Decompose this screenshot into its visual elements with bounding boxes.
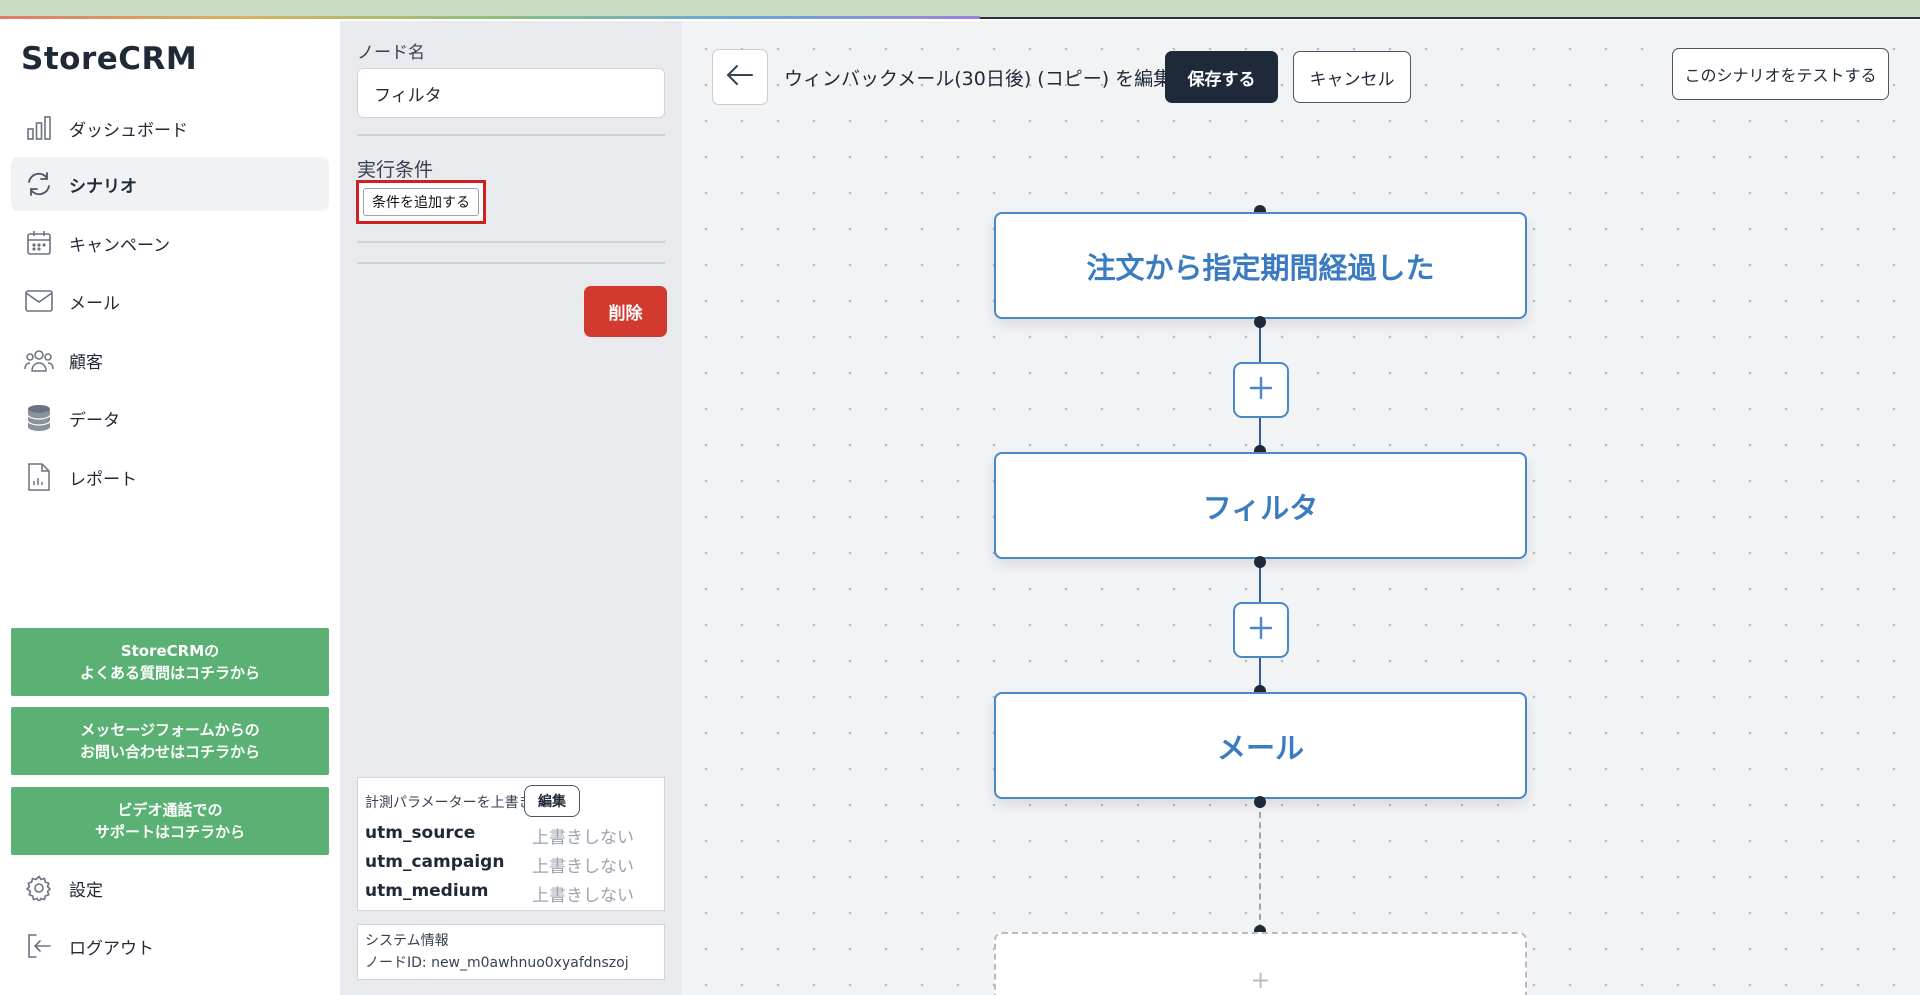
back-button[interactable] xyxy=(712,49,768,105)
flow-node-trigger[interactable]: 注文から指定期間経過した xyxy=(994,212,1527,319)
mail-icon xyxy=(23,285,55,317)
sidebar-item-campaign[interactable]: キャンペーン xyxy=(11,216,329,270)
sidebar-item-label: キャンペーン xyxy=(69,235,171,256)
sidebar-item-settings[interactable]: 設定 xyxy=(11,861,329,915)
faq-button-line1: StoreCRMの xyxy=(120,642,220,660)
sidebar-item-label: レポート xyxy=(69,469,137,490)
calendar-icon xyxy=(23,227,55,259)
app-logo[interactable]: StoreCRM xyxy=(21,41,197,77)
sidebar-item-label: 顧客 xyxy=(69,352,103,373)
sidebar-item-label: メール xyxy=(69,293,120,314)
arrow-left-icon xyxy=(726,64,754,90)
divider xyxy=(357,134,665,136)
cancel-button[interactable]: キャンセル xyxy=(1293,51,1411,103)
database-icon xyxy=(23,402,55,434)
sidebar-item-scenario[interactable]: シナリオ xyxy=(11,157,329,211)
faq-button-line2: よくある質問はコチラから xyxy=(79,664,260,682)
flow-node-filter[interactable]: フィルタ xyxy=(994,452,1527,559)
system-info-box: システム情報 ノードID: new_m0awhnuo0xyafdnszoj xyxy=(357,924,665,980)
node-name-input[interactable]: フィルタ xyxy=(357,68,665,118)
sidebar-item-label: 設定 xyxy=(69,880,103,901)
utm-edit-button[interactable]: 編集 xyxy=(524,785,580,817)
bar-chart-icon xyxy=(23,112,55,144)
message-form-button-line2: お問い合わせはコチラから xyxy=(79,743,260,761)
node-handle[interactable] xyxy=(1254,556,1266,568)
node-handle[interactable] xyxy=(1254,316,1266,328)
flow-node-mail[interactable]: メール xyxy=(994,692,1527,799)
message-form-button-line1: メッセージフォームからの xyxy=(80,721,260,739)
video-support-button-line1: ビデオ通話での xyxy=(117,801,223,819)
sidebar-item-mail[interactable]: メール xyxy=(11,274,329,328)
sidebar-item-logout[interactable]: ログアウト xyxy=(11,919,329,973)
node-handle[interactable] xyxy=(1254,796,1266,808)
connector-line xyxy=(1259,322,1261,362)
sidebar-item-dashboard[interactable]: ダッシュボード xyxy=(11,101,329,155)
utm-value: 上書きしない xyxy=(532,857,634,877)
utm-override-box: 計測パラメーターを上書き 編集 utm_source 上書きしない utm_ca… xyxy=(357,777,665,911)
delete-node-button[interactable]: 削除 xyxy=(584,286,667,337)
message-form-button[interactable]: メッセージフォームからの お問い合わせはコチラから xyxy=(11,707,329,775)
sidebar-item-customers[interactable]: 顧客 xyxy=(11,333,329,387)
plus-icon xyxy=(1248,615,1274,645)
utm-key: utm_medium xyxy=(365,881,489,901)
video-support-button[interactable]: ビデオ通話での サポートはコチラから xyxy=(11,787,329,855)
utm-row: utm_medium 上書きしない xyxy=(365,881,655,906)
condition-label: 実行条件 xyxy=(357,159,434,181)
utm-row: utm_source 上書きしない xyxy=(365,823,655,848)
add-condition-button[interactable]: 条件を追加する xyxy=(363,188,479,216)
utm-key: utm_campaign xyxy=(365,852,505,872)
sidebar-item-report[interactable]: レポート xyxy=(11,450,329,504)
loading-progress-bar xyxy=(0,16,980,19)
sidebar-item-label: ダッシュボード xyxy=(69,120,188,141)
refresh-icon xyxy=(23,168,55,200)
save-button[interactable]: 保存する xyxy=(1165,51,1278,103)
sidebar-item-label: シナリオ xyxy=(69,176,137,197)
report-icon xyxy=(23,461,55,493)
node-id-text: ノードID: new_m0awhnuo0xyafdnszoj xyxy=(365,955,629,971)
users-icon xyxy=(23,344,55,376)
connector-line xyxy=(1259,562,1261,602)
add-node-button[interactable] xyxy=(1233,362,1289,418)
logout-icon xyxy=(23,930,55,962)
sidebar: StoreCRM ダッシュボード シナリオ キャンペーン メール 顧客 データ xyxy=(0,21,340,995)
utm-override-header: 計測パラメーターを上書き xyxy=(365,795,533,811)
node-settings-panel: ノード名 フィルタ 実行条件 条件を追加する 削除 計測パラメーターを上書き 編… xyxy=(340,21,682,995)
plus-icon xyxy=(1248,375,1274,405)
test-scenario-button[interactable]: このシナリオをテストする xyxy=(1672,48,1889,100)
video-support-button-line2: サポートはコチラから xyxy=(94,823,245,841)
add-node-button[interactable] xyxy=(1233,602,1289,658)
window-top-bar xyxy=(0,0,1920,19)
system-info-title: システム情報 xyxy=(365,933,449,949)
utm-value: 上書きしない xyxy=(532,886,634,906)
placeholder-node[interactable]: + xyxy=(994,932,1527,995)
divider xyxy=(357,241,665,243)
sidebar-item-data[interactable]: データ xyxy=(11,391,329,445)
sidebar-item-label: ログアウト xyxy=(69,938,154,959)
gear-icon xyxy=(23,872,55,904)
utm-row: utm_campaign 上書きしない xyxy=(365,852,655,877)
utm-value: 上書きしない xyxy=(532,828,634,848)
sidebar-item-label: データ xyxy=(69,410,120,431)
node-name-label: ノード名 xyxy=(357,43,425,63)
connector-line-dashed xyxy=(1259,802,1261,930)
flow-canvas[interactable]: ウィンバックメール(30日後) (コピー) を編集中 保存する キャンセル この… xyxy=(682,21,1920,995)
highlight-box: 条件を追加する xyxy=(356,180,486,224)
faq-button[interactable]: StoreCRMの よくある質問はコチラから xyxy=(11,628,329,696)
utm-key: utm_source xyxy=(365,823,476,843)
divider xyxy=(357,262,665,264)
editor-title: ウィンバックメール(30日後) (コピー) を編集中 xyxy=(784,68,1192,90)
